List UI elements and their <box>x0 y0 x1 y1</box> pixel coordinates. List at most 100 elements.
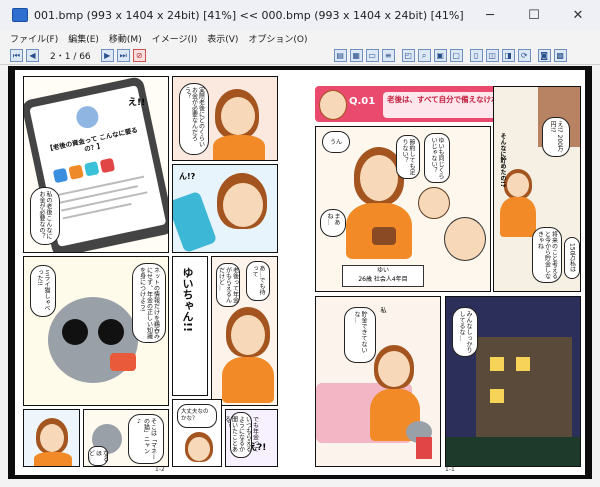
girl-face <box>221 97 255 135</box>
panel-cat-sign: そこは「マネーの猫」ニャン♪ なるほど… <box>83 409 169 467</box>
menu-bar: ファイル(F) 編集(E) 移動(M) イメージ(I) 表示(V) オプション(… <box>0 30 600 46</box>
panel-cat: ミライ猫しゃべった!! ネットの情報だけを鵜呑みにせず、年金の正しい知識を身につ… <box>23 256 169 406</box>
panel-cafe: うん 節約しても足りない？ ゆいも同じくらいじゃない？ まあね… ゆい 26歳 … <box>315 126 491 292</box>
phone-app-icons <box>52 157 116 184</box>
window-light <box>490 357 504 371</box>
panel-girl-thinking: 実際老後にどのくらいお金が必要なんだろう？ <box>172 76 278 161</box>
window-controls: ─ ☐ ✕ <box>468 0 600 30</box>
single-page-icon[interactable]: ▯ <box>469 48 483 62</box>
picture-icon[interactable]: ▩ <box>553 48 567 62</box>
speech-bubble: 将来のこと考えると今から貯金しなきゃね <box>532 227 562 283</box>
yui-face <box>378 351 410 387</box>
question-header: Q.01 老後は、すべて自分で備えなければいけないの？ <box>315 86 579 122</box>
character-name: ゆい <box>376 267 389 274</box>
close-button[interactable]: ✕ <box>556 0 600 30</box>
girl-shirt <box>213 135 265 160</box>
speech-bubble: え!? 200万円!? <box>542 117 570 157</box>
character-caption: ゆい 26歳 社会人4年目 <box>342 265 424 287</box>
speech-text: そんなに貯めたの!? <box>499 133 506 188</box>
girl-face <box>40 424 64 452</box>
app-icon <box>12 8 28 22</box>
window-light <box>490 389 504 403</box>
menu-image[interactable]: イメージ(I) <box>152 32 198 45</box>
speech-bubble: みんなしっかりしてるな… <box>452 307 478 357</box>
menu-view[interactable]: 表示(V) <box>207 32 238 45</box>
menu-move[interactable]: 移動(M) <box>109 32 142 45</box>
speech-bubble: そこは「マネーの猫」ニャン♪ <box>128 414 164 464</box>
next-page-icon[interactable]: ▶ <box>100 48 114 62</box>
girl-face <box>188 437 210 461</box>
menu-file[interactable]: ファイル(F) <box>10 32 58 45</box>
menu-options[interactable]: オプション(O) <box>248 32 307 45</box>
cat-eye-left <box>62 319 88 345</box>
file-icon[interactable]: ▤ <box>333 48 347 62</box>
speech-bubble: まあね… <box>320 209 346 237</box>
speech-bubble: 貯金できてないな… <box>344 307 376 363</box>
panel-girl-phone: ん!? <box>172 164 278 253</box>
minimize-button[interactable]: ─ <box>468 0 512 30</box>
speech-bubble: あ…でも待って <box>246 261 270 301</box>
speech-bubble: 節約しても足りない？ <box>396 135 420 179</box>
girl-face <box>231 315 265 355</box>
header-avatar <box>319 90 347 120</box>
cake <box>372 227 396 245</box>
girl-shirt <box>222 357 274 403</box>
chips-bag <box>416 437 432 459</box>
panel-phone: 【老後の資金って こんなに要るの？】 え!! 私の老後こんなにお金が必要なの？ <box>23 76 169 253</box>
stop-icon[interactable]: ⊘ <box>132 48 146 62</box>
speech-bubble: うん <box>322 131 350 153</box>
panel-bedroom: 貯金できてないな… 私 <box>315 296 441 467</box>
speech-bubble: 150万私は <box>564 237 580 279</box>
speech-bubble: ネットの情報だけを鵜呑みにせず、年金の正しい知識を身につけよう! <box>132 263 166 343</box>
first-page-icon[interactable]: ⏮ <box>10 48 23 62</box>
speech-bubble: なるほど… <box>88 446 109 466</box>
page-number-left: 1-2 <box>155 466 165 473</box>
speech-bubble: 実際老後にどのくらいお金が必要なんだろう？ <box>179 83 209 155</box>
two-page-icon[interactable]: ◨ <box>501 48 515 62</box>
yui-face <box>360 155 398 201</box>
grid-icon[interactable]: ▦ <box>349 48 363 62</box>
last-page-icon[interactable]: ⏭ <box>116 48 130 62</box>
prev-page-icon[interactable]: ◀ <box>26 48 39 62</box>
image-viewer[interactable]: 【老後の資金って こんなに要るの？】 え!! 私の老後こんなにお金が必要なの？ <box>8 66 592 479</box>
spread-icon[interactable]: ◫ <box>485 48 499 62</box>
speech-bubble: 私の老後こんなにお金が必要なの？ <box>30 187 60 245</box>
fit-icon[interactable]: ◰ <box>401 48 415 62</box>
resize-icon[interactable]: ▣ <box>433 48 447 62</box>
phone-heading: 【老後の資金って こんなに要るの？】 <box>45 126 139 154</box>
speech-bubble: ゆいも同じくらいじゃない？ <box>424 133 450 183</box>
rotate-icon[interactable]: ⟳ <box>517 48 531 62</box>
window-title: 001.bmp (993 x 1404 x 24bit) [41%] << 00… <box>34 8 464 22</box>
panel-girl-small <box>23 409 80 467</box>
girl-face <box>223 183 263 227</box>
panel-worried: 大丈夫なのかな？ <box>172 399 222 467</box>
zoom-icon[interactable]: ⌕ <box>417 48 431 62</box>
user-avatar <box>74 104 101 131</box>
menu-edit[interactable]: 編集(E) <box>68 32 99 45</box>
panel-girl-pondering: 老後って年金がもらえるんだけど… あ…でも待って <box>211 256 278 406</box>
question-label: Q.01 <box>349 96 376 107</box>
toolbar: ⏮ ◀ 2・1 / 66 ▶ ⏭ ⊘ ▤ ▦ ▭ ≡ ◰ ⌕ ▣ ▢ ▯ ◫ ◨… <box>0 46 600 65</box>
friend2-face <box>444 217 486 261</box>
maximize-button[interactable]: ☐ <box>512 0 556 30</box>
title-bar: 001.bmp (993 x 1404 x 24bit) [41%] << 00… <box>0 0 600 30</box>
list-icon[interactable]: ≡ <box>381 48 395 62</box>
panel-shout: ゆいちゃん!! <box>172 256 208 396</box>
friend-face <box>507 173 529 197</box>
manga-spread: 【老後の資金って こんなに要るの？】 え!! 私の老後こんなにお金が必要なの？ <box>15 70 585 475</box>
window-light <box>516 357 530 371</box>
panel-house-night: みんなしっかりしてるな… <box>445 296 581 467</box>
character-caption-text: 26歳 社会人4年目 <box>358 276 408 283</box>
phone <box>173 190 218 252</box>
page-number-right: 1-1 <box>445 466 455 473</box>
trees <box>446 437 580 466</box>
cat-badge <box>110 353 136 371</box>
panel-sfx: え?! でも年金っていつもらえるようになるか聞いたことある？ <box>225 409 278 467</box>
page-icon[interactable]: ▭ <box>365 48 379 62</box>
shout-text: ゆいちゃん!! <box>181 267 194 333</box>
actual-size-icon[interactable]: ▢ <box>449 48 463 62</box>
speech-bubble: 大丈夫なのかな？ <box>177 404 217 428</box>
sfx-e: え!! <box>128 98 146 108</box>
window-icon[interactable]: ◙ <box>537 48 551 62</box>
speech-bubble: 老後って年金がもらえるんだけど… <box>216 263 240 307</box>
